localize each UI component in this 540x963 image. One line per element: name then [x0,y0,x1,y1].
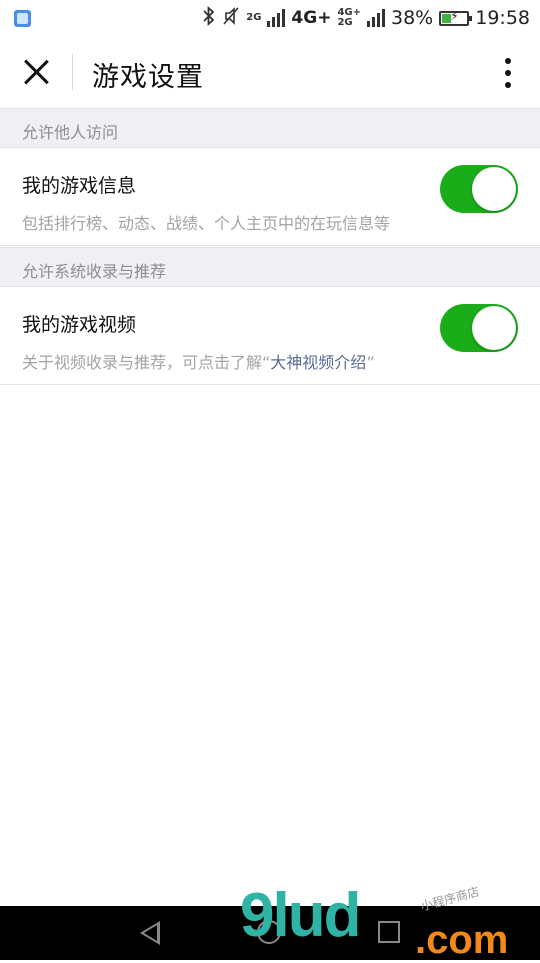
battery-charging-icon: ⚡ [439,9,473,26]
section-header-recommendation: 允许系统收录与推荐 [0,247,540,287]
section-header-label: 允许系统收录与推荐 [22,262,167,281]
game-video-toggle[interactable] [440,304,518,352]
video-intro-link[interactable]: 大神视频介绍 [270,353,366,372]
network-2g-label: 2G [246,12,262,23]
game-info-toggle[interactable] [440,165,518,213]
toggle-knob [472,167,516,211]
watermark-suffix: .com [415,918,509,962]
page-title: 游戏设置 [92,62,204,93]
battery-percent: 38% [391,7,434,29]
network-4g-label: 4G+ [291,8,332,28]
description-suffix: ” [366,353,375,372]
more-vertical-icon[interactable] [498,56,518,90]
description-prefix: 关于视频收录与推荐，可点击了解“ [22,353,271,372]
gallery-icon [14,10,31,27]
close-icon[interactable] [20,56,52,88]
status-icons: 2G 4G+ 4G+ 2G 38% ⚡ 19:58 [202,0,530,36]
settings-cell-game-video: 我的游戏视频 关于视频收录与推荐，可点击了解“大神视频介绍” [0,287,540,385]
cell-description: 关于视频收录与推荐，可点击了解“大神视频介绍” [22,349,375,373]
signal-icon-secondary [367,9,385,27]
watermark-logo: 9lud [240,881,361,950]
status-bar: 2G 4G+ 4G+ 2G 38% ⚡ 19:58 [0,0,540,36]
network-2g-small-label: 2G [337,17,353,28]
toggle-knob [472,306,516,350]
settings-cell-game-info: 我的游戏信息 包括排行榜、动态、战绩、个人主页中的在玩信息等 [0,148,540,246]
cell-title: 我的游戏视频 [22,314,137,336]
cell-title: 我的游戏信息 [22,175,137,197]
bluetooth-icon [202,5,216,31]
section-header-visitors: 允许他人访问 [0,108,540,148]
signal-icon [267,9,286,27]
nav-divider [72,54,73,90]
clock: 19:58 [475,7,530,29]
mute-icon [222,6,240,31]
recent-apps-icon[interactable] [378,921,400,943]
section-header-label: 允许他人访问 [22,123,119,142]
cell-description: 包括排行榜、动态、战绩、个人主页中的在玩信息等 [22,214,391,233]
back-icon[interactable] [140,921,160,945]
nav-bar: 游戏设置 [0,36,540,108]
network-small-labels: 4G+ 2G [337,8,361,28]
